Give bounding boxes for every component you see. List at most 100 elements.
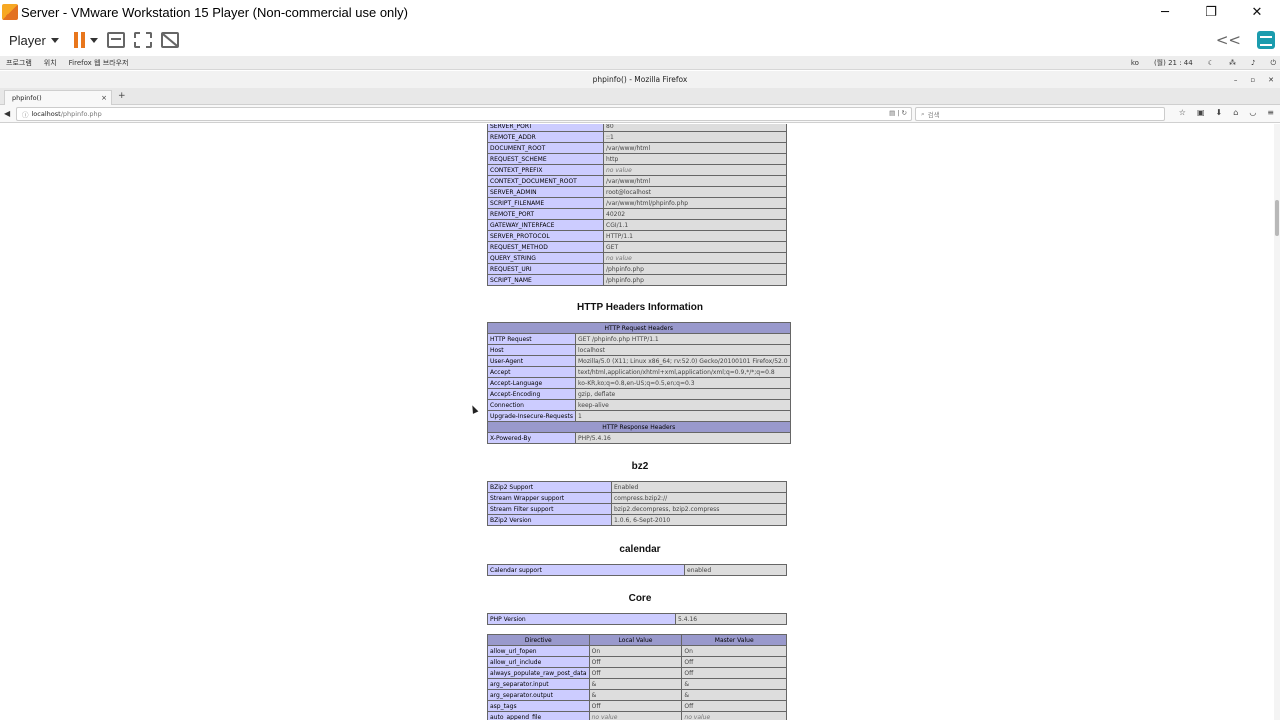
table-row: arg_separator.output & & — [487, 689, 787, 701]
table-row: SERVER_PROTOCOL HTTP/1.1 — [487, 230, 787, 242]
close-button[interactable]: ✕ — [1234, 0, 1280, 24]
applications-menu[interactable]: 프로그램 — [6, 58, 32, 68]
row-value: /phpinfo.php — [603, 263, 787, 275]
table-row: SCRIPT_NAME/phpinfo.php — [487, 274, 787, 286]
directive-name: always_populate_raw_post_data — [487, 667, 590, 679]
row-key: REQUEST_URI — [487, 263, 604, 275]
row-value: Enabled — [611, 481, 787, 493]
row-key: QUERY_STRING — [487, 252, 604, 264]
row-key: Stream Filter support — [487, 503, 612, 515]
table-row: REMOTE_ADDR::1 — [487, 131, 787, 143]
tab-title: phpinfo() — [12, 94, 42, 102]
http-headers-heading: HTTP Headers Information — [577, 302, 703, 313]
table-row: asp_tags Off Off — [487, 700, 787, 712]
table-row: PHP Version 5.4.16 — [487, 613, 787, 625]
row-key: CONTEXT_DOCUMENT_ROOT — [487, 175, 604, 187]
ff-maximize-button[interactable]: ▫ — [1250, 76, 1255, 84]
tab-close-icon[interactable]: × — [101, 94, 107, 102]
menu-icon[interactable]: ≡ — [1267, 108, 1274, 117]
master-value: Off — [681, 700, 787, 712]
row-key: Stream Wrapper support — [487, 492, 612, 504]
new-tab-button[interactable]: + — [118, 91, 126, 101]
downloads-icon[interactable]: ⬇ — [1216, 108, 1223, 117]
minimize-button[interactable]: ─ — [1142, 0, 1188, 24]
table-section-header: HTTP Request Headers — [487, 322, 791, 334]
tab-phpinfo[interactable]: phpinfo() × — [4, 90, 112, 105]
row-value: http — [603, 153, 787, 165]
row-value: 80 — [603, 124, 787, 132]
row-value: GET — [603, 241, 787, 253]
ff-close-button[interactable]: ✕ — [1268, 76, 1274, 84]
row-value: localhost — [575, 344, 791, 356]
table-row: arg_separator.input & & — [487, 678, 787, 690]
vmware-toolbar: Player << — [0, 24, 1280, 56]
input-method-indicator[interactable]: ko — [1131, 59, 1139, 67]
places-menu[interactable]: 위치 — [44, 58, 57, 68]
row-value: HTTP/1.1 — [603, 230, 787, 242]
directive-name: allow_url_include — [487, 656, 590, 668]
table-row: allow_url_include Off Off — [487, 656, 787, 668]
row-value: 1.0.6, 6-Sept-2010 — [611, 514, 787, 526]
table-row: BZip2 Version 1.0.6, 6-Sept-2010 — [487, 514, 787, 526]
power-dropdown-icon[interactable] — [89, 37, 98, 43]
bz2-heading: bz2 — [631, 461, 649, 472]
http-headers-table: HTTP Request Headers HTTP Request GET /php… — [487, 322, 791, 444]
unity-icon[interactable] — [160, 32, 179, 48]
url-bar[interactable]: ⓘ localhost/phpinfo.php ▤ | ↻ — [16, 107, 912, 121]
player-menu-button[interactable]: Player — [9, 33, 59, 48]
row-key: CONTEXT_PREFIX — [487, 164, 604, 176]
bookmark-star-icon[interactable]: ☆ — [1179, 108, 1186, 117]
send-ctrl-alt-del-icon[interactable] — [106, 32, 125, 48]
local-value: Off — [588, 667, 683, 679]
table-row: Accept-Encoding gzip, deflate — [487, 388, 791, 400]
power-icon[interactable]: ⏻ — [1270, 59, 1276, 68]
scrollbar-thumb[interactable] — [1275, 200, 1279, 236]
back-button[interactable]: ◀ — [4, 109, 10, 118]
bookmarks-library-icon[interactable]: ▣ — [1197, 108, 1205, 117]
active-app-label[interactable]: Firefox 웹 브라우저 — [69, 58, 129, 68]
row-value: no value — [603, 164, 787, 176]
firefox-window-controls: – ▫ ✕ — [1234, 71, 1274, 88]
row-value: root@localhost — [603, 186, 787, 198]
row-key: SCRIPT_NAME — [487, 274, 604, 286]
restore-button[interactable]: ❐ — [1188, 0, 1234, 24]
nav-toolbar-icons: ☆ ▣ ⬇ ⌂ ◡ ≡ — [1179, 108, 1274, 117]
row-value: ::1 — [603, 131, 787, 143]
core-version-table: PHP Version 5.4.16 — [487, 613, 787, 625]
message-log-icon[interactable] — [1257, 31, 1275, 49]
table-row: X-Powered-By PHP/5.4.16 — [487, 432, 791, 444]
table-row: SERVER_PORT 80 — [487, 124, 787, 132]
search-input[interactable]: ⌕ 검색 — [915, 107, 1165, 121]
row-key: REQUEST_METHOD — [487, 241, 604, 253]
table-row: REQUEST_SCHEME http — [487, 153, 787, 165]
page-scrollbar[interactable] — [1274, 124, 1280, 720]
home-icon[interactable]: ⌂ — [1233, 108, 1238, 117]
player-menu-label: Player — [9, 32, 46, 48]
pocket-icon[interactable]: ◡ — [1249, 108, 1256, 117]
ff-minimize-button[interactable]: – — [1234, 76, 1238, 84]
info-icon[interactable]: ⓘ — [22, 109, 29, 119]
row-value: keep-alive — [575, 399, 791, 411]
table-row: REQUEST_METHOD GET — [487, 241, 787, 253]
row-key: Calendar support — [487, 564, 685, 576]
url-path: /phpinfo.php — [60, 110, 102, 118]
directive-name: asp_tags — [487, 700, 590, 712]
table-row: CONTEXT_DOCUMENT_ROOT/var/www/html — [487, 175, 787, 187]
gnome-top-bar: 프로그램 위치 Firefox 웹 브라우저 ko (월) 21 : 44 ☾ … — [0, 56, 1280, 70]
column-header: Master Value — [681, 634, 787, 646]
pause-icon[interactable] — [73, 32, 85, 48]
row-key: REMOTE_PORT — [487, 208, 604, 220]
master-value: Off — [681, 656, 787, 668]
window-controls: ─ ❐ ✕ — [1142, 0, 1280, 24]
reader-reload-icons[interactable]: ▤ | ↻ — [889, 109, 907, 117]
column-header: Local Value — [588, 634, 683, 646]
volume-icon: ♪ — [1250, 59, 1256, 67]
table-row: Accept-Language ko-KR,ko;q=0.8,en-US;q=0.… — [487, 377, 791, 389]
gnome-status-area: ko (월) 21 : 44 ☾ ⁂ ♪ ⏻ — [1125, 56, 1276, 70]
row-value: compress.bzip2:// — [611, 492, 787, 504]
vmware-title-bar: Server - VMware Workstation 15 Player (N… — [0, 0, 1280, 24]
clock[interactable]: (월) 21 : 44 — [1154, 58, 1193, 68]
local-value: no value — [588, 711, 683, 720]
collapse-icon[interactable]: << — [1216, 31, 1241, 49]
fullscreen-icon[interactable] — [133, 32, 152, 48]
